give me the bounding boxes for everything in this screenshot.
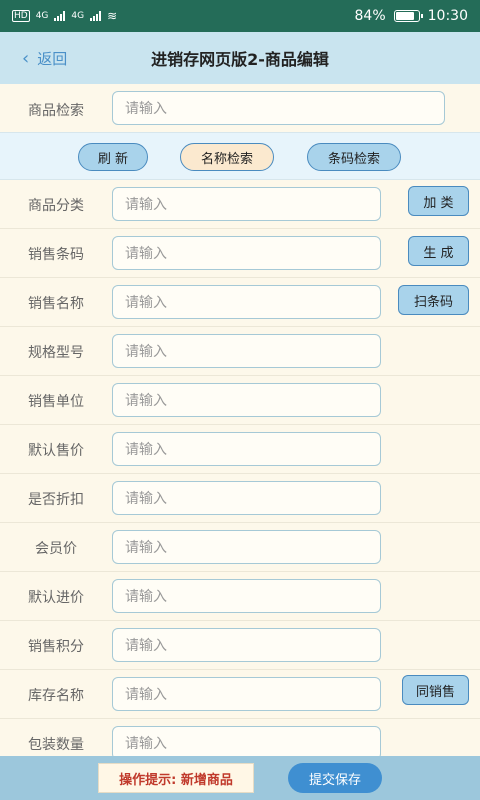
field-label: 是否折扣 [28, 492, 84, 508]
back-label: 返回 [37, 49, 68, 68]
field-row-spec: 规格型号 请输入 [0, 327, 480, 376]
barcode-search-button[interactable]: 条码检索 [307, 143, 401, 171]
signal-icon [54, 11, 66, 21]
battery-icon [393, 10, 423, 22]
price-input[interactable]: 请输入 [112, 432, 381, 466]
generate-barcode-button[interactable]: 生 成 [408, 236, 469, 266]
field-label: 规格型号 [28, 345, 84, 361]
field-label: 销售单位 [28, 394, 84, 410]
search-label: 商品检索 [28, 103, 84, 119]
member-price-input[interactable]: 请输入 [112, 530, 381, 564]
refresh-button[interactable]: 刷 新 [78, 143, 148, 171]
stock-name-input[interactable]: 请输入 [112, 677, 381, 711]
submit-save-button[interactable]: 提交保存 [288, 763, 382, 793]
add-category-button[interactable]: 加 类 [408, 186, 469, 216]
status-bar: HD 4G 4G ≋ 84% 10:30 [0, 0, 480, 32]
field-row-points: 销售积分 请输入 [0, 621, 480, 670]
field-label: 销售条码 [28, 247, 84, 263]
same-as-sales-button[interactable]: 同销售 [402, 675, 469, 705]
hd-indicator: HD [12, 10, 30, 22]
field-label: 商品分类 [28, 198, 84, 214]
unit-input[interactable]: 请输入 [112, 383, 381, 417]
field-row-discount: 是否折扣 请输入 [0, 474, 480, 523]
network-type-2: 4G [71, 11, 85, 21]
status-left: HD 4G 4G ≋ [12, 9, 117, 23]
chevron-left-icon: ‹ [22, 47, 30, 69]
spec-input[interactable]: 请输入 [112, 334, 381, 368]
sales-name-input[interactable]: 请输入 [112, 285, 381, 319]
field-label: 包装数量 [28, 737, 84, 753]
wifi-icon: ≋ [107, 9, 118, 23]
app-header: ‹ 返回 进销存网页版2-商品编辑 [0, 32, 480, 84]
field-row-unit: 销售单位 请输入 [0, 376, 480, 425]
field-label: 销售积分 [28, 639, 84, 655]
discount-input[interactable]: 请输入 [112, 481, 381, 515]
page-title: 进销存网页版2-商品编辑 [151, 50, 329, 69]
field-label: 会员价 [35, 541, 77, 557]
footer-bar: 操作提示: 新增商品 提交保存 [0, 756, 480, 800]
toolbar: 刷 新 名称检索 条码检索 [0, 132, 480, 180]
field-label: 默认售价 [28, 443, 84, 459]
field-row-member-price: 会员价 请输入 [0, 523, 480, 572]
clock: 10:30 [427, 8, 468, 24]
barcode-input[interactable]: 请输入 [112, 236, 381, 270]
operation-hint: 操作提示: 新增商品 [98, 763, 254, 793]
category-input[interactable]: 请输入 [112, 187, 381, 221]
pack-qty-input[interactable]: 请输入 [112, 726, 381, 760]
scan-barcode-button[interactable]: 扫条码 [398, 285, 469, 315]
search-row: 商品检索 请输入 [0, 84, 480, 132]
field-label: 库存名称 [28, 688, 84, 704]
name-search-button[interactable]: 名称检索 [180, 143, 274, 171]
field-label: 销售名称 [28, 296, 84, 312]
search-input[interactable]: 请输入 [112, 91, 445, 125]
signal-icon-2 [90, 11, 102, 21]
field-row-cost: 默认进价 请输入 [0, 572, 480, 621]
back-button[interactable]: ‹ 返回 [22, 32, 67, 84]
field-label: 默认进价 [28, 590, 84, 606]
field-row-price: 默认售价 请输入 [0, 425, 480, 474]
battery-percent: 84% [354, 8, 386, 24]
cost-input[interactable]: 请输入 [112, 579, 381, 613]
network-type-1: 4G [35, 11, 49, 21]
points-input[interactable]: 请输入 [112, 628, 381, 662]
